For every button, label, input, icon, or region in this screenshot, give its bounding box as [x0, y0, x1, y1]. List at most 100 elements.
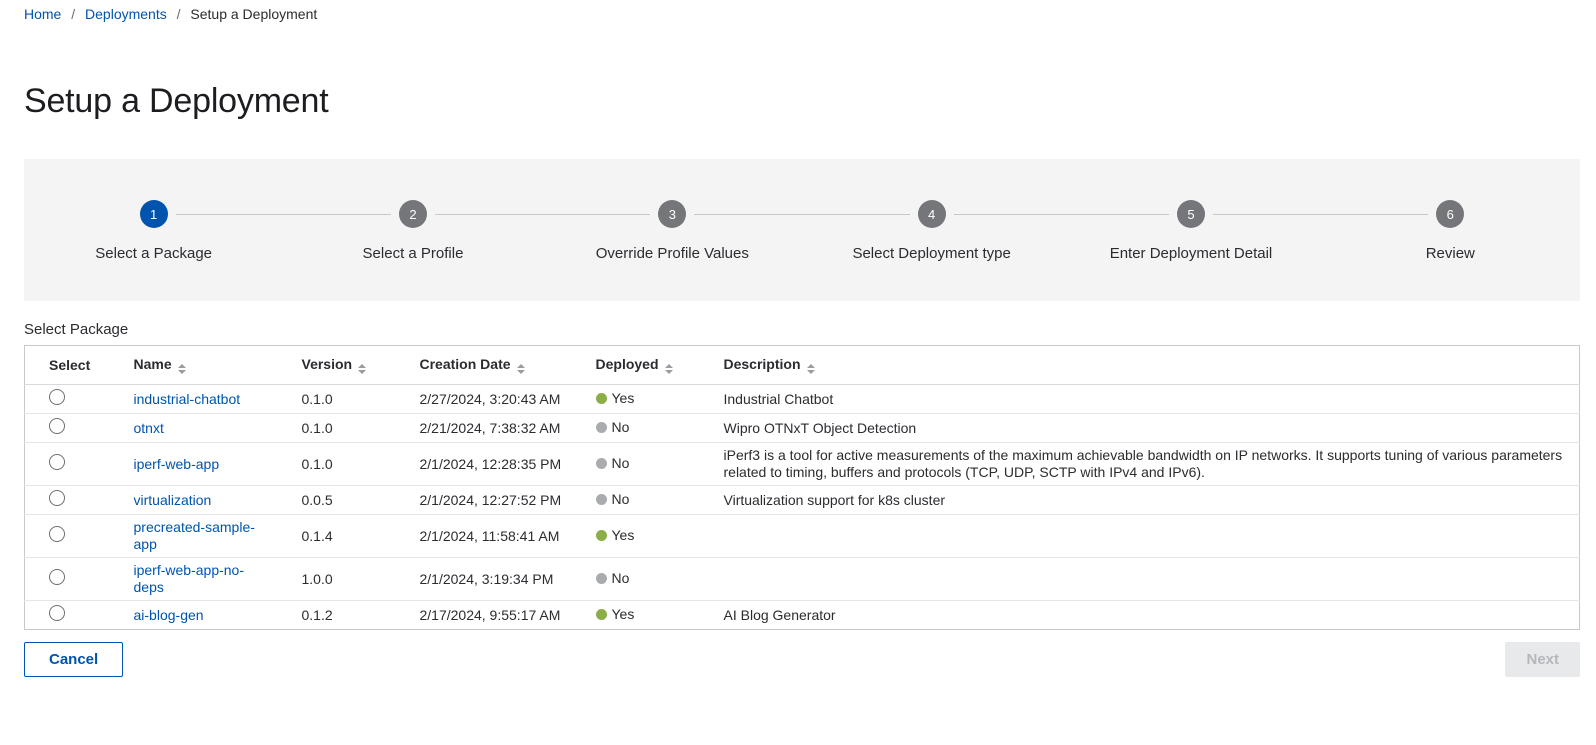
column-header-creation-date[interactable]: Creation Date — [396, 346, 572, 385]
deployed-cell: Yes — [572, 385, 700, 414]
step-label: Enter Deployment Detail — [1061, 245, 1320, 262]
sort-icon[interactable] — [358, 364, 366, 374]
next-button[interactable]: Next — [1505, 642, 1580, 677]
sort-icon[interactable] — [807, 364, 815, 374]
breadcrumb-link-home[interactable]: Home — [24, 6, 61, 22]
deployed-cell: No — [572, 486, 700, 515]
description-cell: Industrial Chatbot — [700, 385, 1580, 414]
package-name-link[interactable]: industrial-chatbot — [134, 391, 241, 407]
select-cell — [25, 515, 110, 558]
page-container: Home / Deployments / Setup a Deployment … — [0, 0, 1596, 677]
deployed-status-dot — [596, 573, 607, 584]
step-number-badge: 6 — [1436, 200, 1464, 228]
select-cell — [25, 558, 110, 601]
column-header-label: Version — [302, 356, 353, 372]
step-number-badge: 4 — [918, 200, 946, 228]
description-cell — [700, 515, 1580, 558]
breadcrumb-separator: / — [71, 6, 75, 22]
column-header-name[interactable]: Name — [110, 346, 278, 385]
column-header-label: Deployed — [596, 356, 659, 372]
package-radio[interactable] — [49, 526, 65, 542]
column-header-deployed[interactable]: Deployed — [572, 346, 700, 385]
description-cell: iPerf3 is a tool for active measurements… — [700, 443, 1580, 486]
package-name-link[interactable]: ai-blog-gen — [134, 607, 204, 623]
name-cell: otnxt — [110, 414, 278, 443]
page-title: Setup a Deployment — [24, 82, 1580, 121]
deployed-status-dot — [596, 530, 607, 541]
version-cell: 0.1.4 — [278, 515, 396, 558]
step-select-deployment-type: 4 Select Deployment type — [802, 200, 1061, 301]
creation-date-cell: 2/1/2024, 12:28:35 PM — [396, 443, 572, 486]
creation-date-cell: 2/1/2024, 12:27:52 PM — [396, 486, 572, 515]
table-row: precreated-sample-app 0.1.4 2/1/2024, 11… — [25, 515, 1580, 558]
name-cell: virtualization — [110, 486, 278, 515]
deployed-cell: Yes — [572, 515, 700, 558]
description-cell: Wipro OTNxT Object Detection — [700, 414, 1580, 443]
version-cell: 0.1.0 — [278, 443, 396, 486]
breadcrumb-current: Setup a Deployment — [190, 6, 317, 22]
step-override-profile-values: 3 Override Profile Values — [543, 200, 802, 301]
deployed-status-label: No — [612, 491, 630, 508]
deployed-status-label: No — [612, 455, 630, 472]
step-label: Select Deployment type — [802, 245, 1061, 262]
column-header-label: Name — [134, 356, 172, 372]
name-cell: iperf-web-app-no-deps — [110, 558, 278, 601]
column-header-select: Select — [25, 346, 110, 385]
package-table: Select Name Version Creation Date Deploy… — [24, 345, 1580, 630]
package-name-link[interactable]: virtualization — [134, 492, 212, 508]
deployed-status-dot — [596, 609, 607, 620]
package-name-link[interactable]: iperf-web-app — [134, 456, 220, 472]
deployed-status-label: No — [612, 419, 630, 436]
version-cell: 0.1.0 — [278, 385, 396, 414]
sort-icon[interactable] — [665, 364, 673, 374]
deployed-status-dot — [596, 422, 607, 433]
version-cell: 0.1.0 — [278, 414, 396, 443]
package-radio[interactable] — [49, 490, 65, 506]
package-name-link[interactable]: otnxt — [134, 420, 164, 436]
sort-icon[interactable] — [517, 364, 525, 374]
breadcrumb-separator: / — [177, 6, 181, 22]
creation-date-cell: 2/1/2024, 3:19:34 PM — [396, 558, 572, 601]
column-header-version[interactable]: Version — [278, 346, 396, 385]
package-radio[interactable] — [49, 569, 65, 585]
package-radio[interactable] — [49, 605, 65, 621]
step-label: Select a Package — [24, 245, 283, 262]
package-radio[interactable] — [49, 389, 65, 405]
version-cell: 0.1.2 — [278, 601, 396, 630]
footer-actions: Cancel Next — [24, 642, 1580, 677]
breadcrumb: Home / Deployments / Setup a Deployment — [24, 4, 1580, 24]
step-enter-deployment-detail: 5 Enter Deployment Detail — [1061, 200, 1320, 301]
table-caption: Select Package — [24, 321, 1580, 338]
step-label: Select a Profile — [283, 245, 542, 262]
deployed-cell: No — [572, 443, 700, 486]
step-review: 6 Review — [1321, 200, 1580, 301]
breadcrumb-link-deployments[interactable]: Deployments — [85, 6, 167, 22]
column-header-description[interactable]: Description — [700, 346, 1580, 385]
cancel-button[interactable]: Cancel — [24, 642, 123, 677]
step-number-badge: 2 — [399, 200, 427, 228]
column-header-label: Creation Date — [420, 356, 511, 372]
creation-date-cell: 2/21/2024, 7:38:32 AM — [396, 414, 572, 443]
creation-date-cell: 2/17/2024, 9:55:17 AM — [396, 601, 572, 630]
step-number-badge: 1 — [140, 200, 168, 228]
column-header-label: Description — [724, 356, 801, 372]
description-cell — [700, 558, 1580, 601]
package-name-link[interactable]: iperf-web-app-no-deps — [134, 562, 245, 595]
select-cell — [25, 601, 110, 630]
step-select-a-profile: 2 Select a Profile — [283, 200, 542, 301]
package-name-link[interactable]: precreated-sample-app — [134, 519, 255, 552]
name-cell: industrial-chatbot — [110, 385, 278, 414]
sort-icon[interactable] — [178, 364, 186, 374]
creation-date-cell: 2/27/2024, 3:20:43 AM — [396, 385, 572, 414]
version-cell: 0.0.5 — [278, 486, 396, 515]
package-radio[interactable] — [49, 454, 65, 470]
table-row: virtualization 0.0.5 2/1/2024, 12:27:52 … — [25, 486, 1580, 515]
table-header-row: Select Name Version Creation Date Deploy… — [25, 346, 1580, 385]
package-radio[interactable] — [49, 418, 65, 434]
deployed-status-label: Yes — [612, 527, 635, 544]
deployed-cell: Yes — [572, 601, 700, 630]
table-row: otnxt 0.1.0 2/21/2024, 7:38:32 AM No Wip… — [25, 414, 1580, 443]
deployed-status-dot — [596, 393, 607, 404]
version-cell: 1.0.0 — [278, 558, 396, 601]
select-cell — [25, 414, 110, 443]
